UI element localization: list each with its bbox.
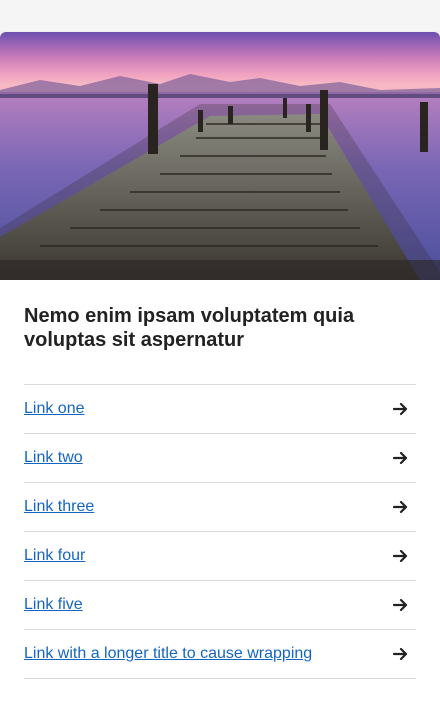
link-long-title[interactable]: Link with a longer title to cause wrappi…	[24, 644, 312, 664]
card: Nemo enim ipsam voluptatem quia voluptas…	[0, 32, 440, 719]
card-body: Nemo enim ipsam voluptatem quia voluptas…	[0, 304, 440, 679]
link-one[interactable]: Link one	[24, 399, 85, 419]
link-three[interactable]: Link three	[24, 497, 94, 517]
link-four[interactable]: Link four	[24, 546, 85, 566]
list-item[interactable]: Link one	[24, 385, 416, 434]
list-item[interactable]: Link four	[24, 532, 416, 581]
arrow-right-icon	[392, 449, 410, 467]
arrow-right-icon	[392, 547, 410, 565]
card-title: Nemo enim ipsam voluptatem quia voluptas…	[24, 305, 355, 351]
arrow-right-icon	[392, 400, 410, 418]
list-item[interactable]: Link two	[24, 434, 416, 483]
arrow-right-icon	[392, 645, 410, 663]
arrow-right-icon	[392, 596, 410, 614]
pier-at-sunset-image	[0, 32, 440, 280]
list-item[interactable]: Link five	[24, 581, 416, 630]
link-two[interactable]: Link two	[24, 448, 83, 468]
list-item[interactable]: Link three	[24, 483, 416, 532]
link-list: Link one Link two Link three Link four L…	[24, 384, 416, 679]
link-five[interactable]: Link five	[24, 595, 83, 615]
arrow-right-icon	[392, 498, 410, 516]
list-item[interactable]: Link with a longer title to cause wrappi…	[24, 630, 416, 679]
